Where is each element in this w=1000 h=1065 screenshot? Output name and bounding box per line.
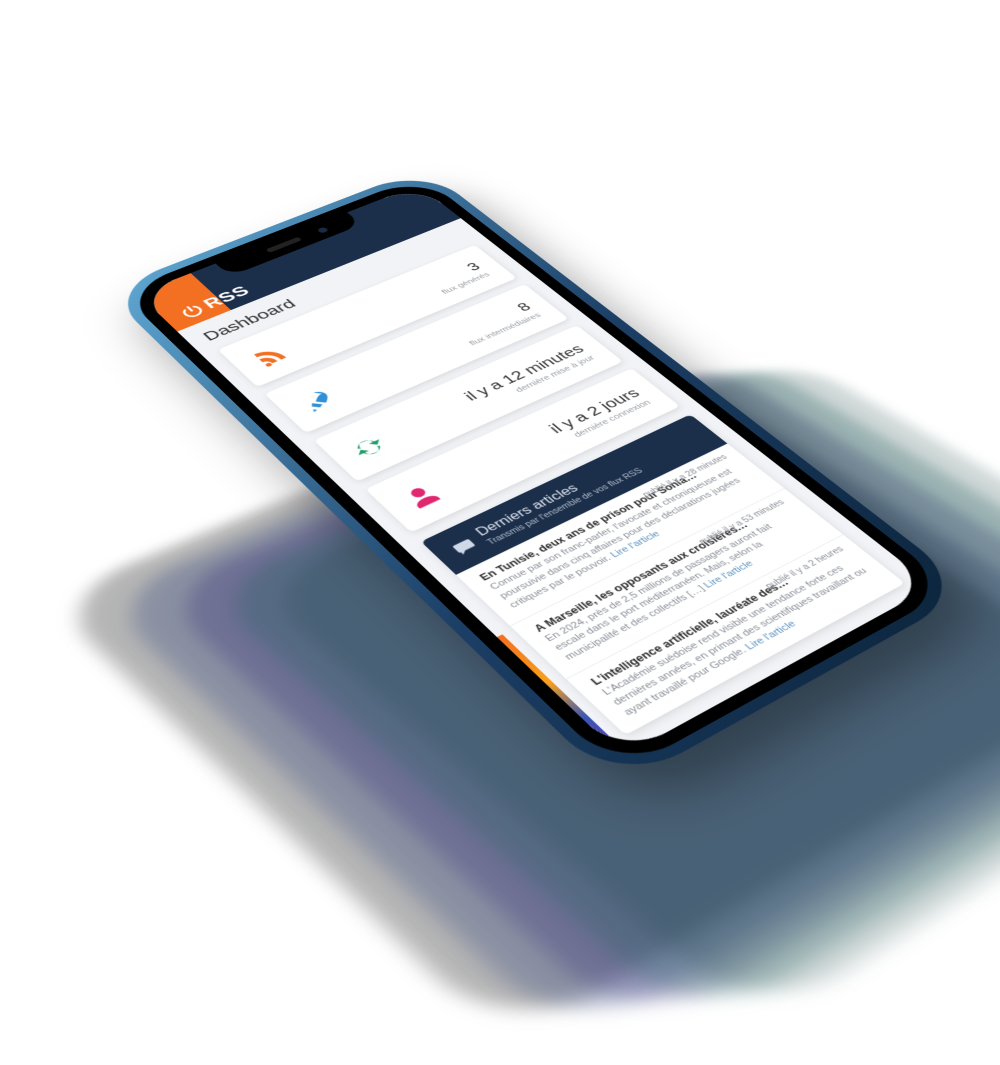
- article-desc: Connue par son franc-parler, l'avocate e…: [488, 468, 743, 610]
- rocket-icon: [294, 385, 344, 416]
- latest-articles-panel: Derniers articles Transmis par l'ensembl…: [421, 414, 905, 734]
- phone-mockup: RSS Dashboard 3 flux générés: [120, 176, 955, 774]
- panel-subtitle: Transmis par l'ensemble de vos flux RSS: [486, 467, 646, 546]
- panel-title: Derniers articles: [473, 482, 582, 538]
- article-time: publié il y a 28 minutes: [641, 453, 730, 499]
- article-desc: En 2024, près de 2,5 millions de passage…: [543, 522, 775, 662]
- stat-value: il y a 2 jours: [546, 386, 645, 436]
- read-article-link[interactable]: Lire l'article: [608, 529, 662, 559]
- panel-header: Derniers articles Transmis par l'ensembl…: [421, 414, 727, 574]
- article-title: En Tunisie, deux ans de prison pour Soni…: [477, 455, 731, 582]
- read-article-link[interactable]: Lire l'article: [743, 619, 799, 652]
- article-item[interactable]: publié il y a 2 heures L'intelligence ar…: [566, 534, 905, 735]
- article-desc: L'Académie suédoise rend visible une ten…: [600, 564, 869, 718]
- refresh-icon: [344, 431, 395, 463]
- stat-cards: 3 flux générés 8 flux intermédiaires: [218, 245, 680, 533]
- rss-icon: [246, 341, 294, 370]
- article-time: publié il y a 53 minutes: [697, 498, 787, 546]
- chat-icon: [448, 536, 481, 558]
- article-item[interactable]: publié il y a 53 minutes A Marseille, le…: [510, 488, 843, 679]
- article-time: publié il y a 2 heures: [764, 545, 847, 591]
- article-title: A Marseille, les opposants aux croisière…: [531, 500, 788, 634]
- article-title: L'intelligence artificielle, lauréate de…: [588, 547, 848, 687]
- color-rail: [497, 634, 628, 756]
- read-article-link[interactable]: Lire l'article: [702, 559, 756, 590]
- user-icon: [396, 480, 448, 514]
